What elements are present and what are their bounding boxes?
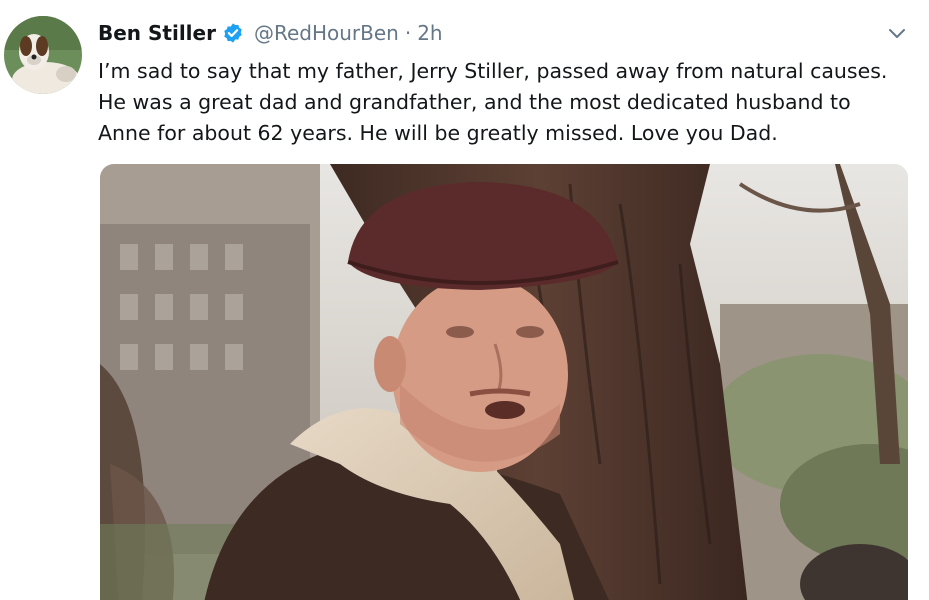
tweet-text-line: Anne for about 62 years. He will be grea… <box>98 121 778 145</box>
chevron-down-icon <box>889 29 905 38</box>
tweet-text-line: I’m sad to say that my father, Jerry Sti… <box>98 59 888 83</box>
tweet-card[interactable]: Ben Stiller @RedHourBen · 2h I’m sad to … <box>0 0 929 600</box>
author-handle[interactable]: @RedHourBen <box>254 21 399 45</box>
tweet-text-line: He was a great dad and grandfather, and … <box>98 90 851 114</box>
author-avatar[interactable] <box>4 16 82 94</box>
verified-badge-icon <box>222 22 244 44</box>
tweet-text: I’m sad to say that my father, Jerry Sti… <box>98 56 918 149</box>
tweet-menu-button[interactable] <box>884 22 910 44</box>
tweet-timestamp[interactable]: 2h <box>417 21 442 45</box>
tweet-header: Ben Stiller @RedHourBen · 2h <box>98 18 443 48</box>
tweet-photo[interactable] <box>100 164 908 600</box>
header-separator: · <box>404 21 412 45</box>
author-name[interactable]: Ben Stiller <box>98 21 216 45</box>
